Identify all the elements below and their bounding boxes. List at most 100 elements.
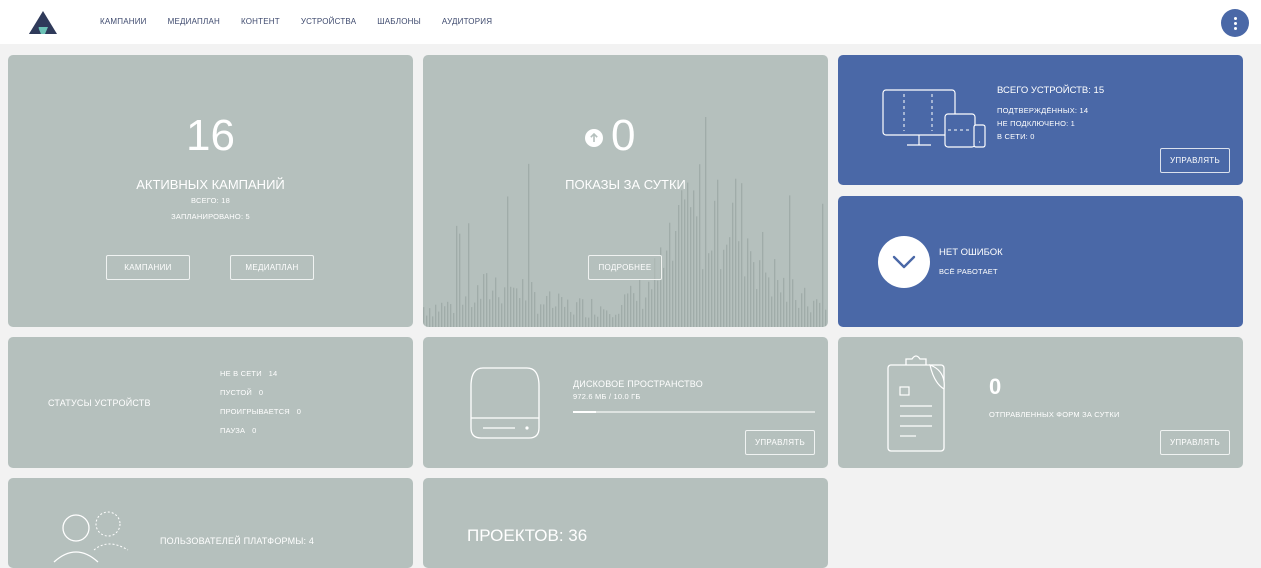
status-label: ПАУЗА bbox=[220, 426, 246, 435]
status-row-paused: ПАУЗА 0 bbox=[220, 426, 256, 435]
impressions-bar bbox=[630, 285, 632, 327]
logo-icon[interactable] bbox=[28, 10, 58, 36]
impressions-bar bbox=[774, 259, 776, 327]
impressions-bar bbox=[702, 269, 704, 327]
mediaplan-button[interactable]: МЕДИАПЛАН bbox=[230, 255, 314, 280]
forms-count: 0 bbox=[989, 374, 1002, 399]
impressions-bar bbox=[732, 202, 734, 327]
impressions-bar bbox=[690, 207, 692, 327]
impressions-bar bbox=[786, 301, 788, 327]
active-campaigns-title: АКТИВНЫХ КАМПАНИЙ bbox=[136, 177, 285, 192]
impressions-bar bbox=[510, 286, 512, 327]
impressions-bar bbox=[756, 288, 758, 327]
impressions-bar bbox=[534, 292, 536, 327]
impressions-bar bbox=[438, 311, 440, 327]
impressions-bar bbox=[741, 183, 743, 327]
impressions-bar bbox=[498, 297, 500, 327]
nav-item-devices[interactable]: УСТРОЙСТВА bbox=[301, 17, 356, 26]
impressions-bar bbox=[672, 260, 674, 327]
impressions-bar bbox=[747, 238, 749, 327]
impressions-bar bbox=[810, 312, 812, 327]
impressions-bar bbox=[462, 304, 464, 327]
impressions-bar bbox=[603, 309, 605, 327]
disk-progress-track bbox=[573, 411, 815, 413]
impressions-bar bbox=[783, 277, 785, 327]
impressions-bar bbox=[792, 279, 794, 327]
impressions-bar bbox=[579, 298, 581, 327]
impressions-bar bbox=[615, 314, 617, 327]
nav-item-content[interactable]: КОНТЕНТ bbox=[241, 17, 280, 26]
impressions-bar bbox=[549, 291, 551, 327]
impressions-bar bbox=[588, 317, 590, 327]
nav-item-campaigns[interactable]: КАМПАНИИ bbox=[100, 17, 147, 26]
status-label: НЕ В СЕТИ bbox=[220, 369, 262, 378]
status-row-offline: НЕ В СЕТИ 14 bbox=[220, 369, 277, 378]
impressions-bar bbox=[819, 302, 821, 327]
impressions-bar bbox=[675, 231, 677, 327]
impressions-bar bbox=[483, 274, 485, 327]
forms-card: 0 ОТПРАВЛЕННЫХ ФОРМ ЗА СУТКИ УПРАВЛЯТЬ bbox=[838, 337, 1243, 468]
impressions-bar bbox=[597, 316, 599, 327]
impressions-bar bbox=[519, 298, 521, 327]
nav-item-mediaplan[interactable]: МЕДИАПЛАН bbox=[168, 17, 220, 26]
impressions-bar bbox=[513, 287, 515, 327]
disk-space-card: ДИСКОВОЕ ПРОСТРАНСТВО 972.6 МБ / 10.0 ГБ… bbox=[423, 337, 828, 468]
impressions-bar bbox=[795, 300, 797, 327]
impressions-bar bbox=[429, 308, 431, 327]
impressions-bar bbox=[468, 223, 470, 327]
impressions-bar bbox=[552, 307, 554, 327]
impressions-bar bbox=[726, 244, 728, 327]
disk-progress-fill bbox=[573, 411, 597, 413]
nav-item-templates[interactable]: ШАБЛОНЫ bbox=[377, 17, 421, 26]
impressions-bar bbox=[693, 190, 695, 327]
disk-usage: 972.6 МБ / 10.0 ГБ bbox=[573, 392, 641, 401]
errors-subtitle: ВСЁ РАБОТАЕТ bbox=[939, 267, 998, 276]
impressions-bar bbox=[453, 313, 455, 327]
impressions-bar bbox=[495, 277, 497, 327]
impressions-title: ПОКАЗЫ ЗА СУТКИ bbox=[565, 177, 686, 192]
impressions-bar bbox=[444, 306, 446, 327]
impressions-bar bbox=[642, 308, 644, 327]
impressions-bar bbox=[636, 300, 638, 327]
impressions-bar bbox=[705, 117, 707, 327]
check-circle-icon bbox=[878, 236, 930, 288]
impressions-bar bbox=[531, 282, 533, 327]
campaigns-button[interactable]: КАМПАНИИ bbox=[106, 255, 190, 280]
impressions-bar bbox=[507, 196, 509, 327]
impressions-bar bbox=[768, 277, 770, 327]
impressions-bar bbox=[789, 195, 791, 327]
disk-manage-button[interactable]: УПРАВЛЯТЬ bbox=[745, 430, 815, 455]
impressions-count: 0 bbox=[611, 111, 636, 160]
impressions-bar bbox=[822, 203, 824, 327]
devices-icon bbox=[882, 89, 986, 148]
devices-confirmed: ПОДТВЕРЖДЁННЫХ: 14 bbox=[997, 106, 1089, 115]
users-icon bbox=[53, 511, 129, 563]
status-row-playing: ПРОИГРЫВАЕТСЯ 0 bbox=[220, 407, 301, 416]
impressions-bar bbox=[492, 290, 494, 327]
impressions-bar bbox=[753, 262, 755, 327]
impressions-bar bbox=[669, 222, 671, 327]
forms-manage-button[interactable]: УПРАВЛЯТЬ bbox=[1160, 430, 1230, 455]
projects-card: ПРОЕКТОВ: 36 bbox=[423, 478, 828, 568]
impressions-bar bbox=[639, 279, 641, 327]
impressions-bar bbox=[522, 279, 524, 327]
errors-title: НЕТ ОШИБОК bbox=[939, 247, 1003, 258]
devices-manage-button[interactable]: УПРАВЛЯТЬ bbox=[1160, 148, 1230, 173]
impressions-bar bbox=[717, 179, 719, 327]
impressions-bar bbox=[435, 304, 437, 327]
more-details-button[interactable]: ПОДРОБНЕЕ bbox=[588, 255, 662, 280]
main-nav: КАМПАНИИ МЕДИАПЛАН КОНТЕНТ УСТРОЙСТВА ША… bbox=[100, 17, 492, 26]
impressions-bar bbox=[624, 294, 626, 327]
clipboard-icon bbox=[887, 355, 945, 452]
impressions-bar bbox=[570, 311, 572, 327]
nav-item-audience[interactable]: АУДИТОРИЯ bbox=[442, 17, 492, 26]
more-menu-button[interactable] bbox=[1221, 9, 1249, 37]
impressions-bar bbox=[426, 315, 428, 327]
impressions-bar bbox=[594, 314, 596, 327]
campaigns-scheduled: ЗАПЛАНИРОВАНО: 5 bbox=[171, 212, 250, 221]
impressions-bar bbox=[678, 205, 680, 327]
impressions-bar bbox=[447, 301, 449, 327]
impressions-bar bbox=[558, 293, 560, 327]
impressions-bar bbox=[585, 317, 587, 327]
impressions-bar bbox=[648, 281, 650, 327]
